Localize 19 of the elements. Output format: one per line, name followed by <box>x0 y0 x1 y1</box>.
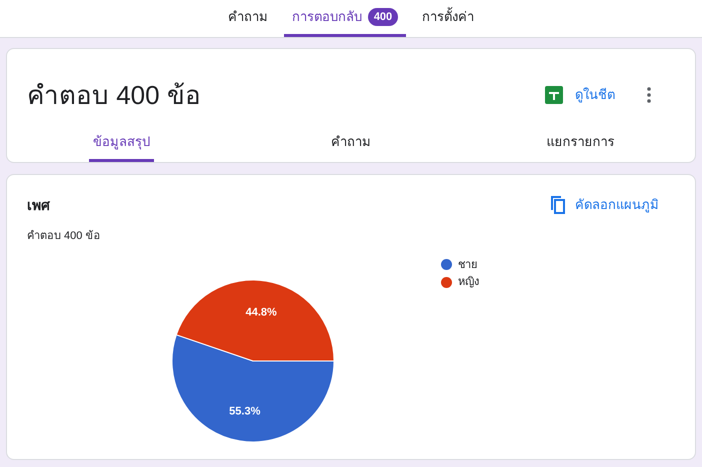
legend-label: ชาย <box>458 258 477 272</box>
view-in-sheets-link[interactable]: ดูในชีต <box>575 85 615 105</box>
responses-title: คำตอบ 400 ข้อ <box>27 78 202 112</box>
copy-icon <box>551 196 567 214</box>
response-count: คำตอบ 400 ข้อ <box>27 229 102 244</box>
view-tab[interactable]: แยกรายการ <box>542 121 618 162</box>
question-title: เพศ <box>27 196 51 215</box>
more-options-icon[interactable] <box>647 87 651 103</box>
legend-label: หญิง <box>458 275 479 290</box>
view-tab[interactable]: คำถาม <box>326 121 375 162</box>
spreadsheet-icon[interactable] <box>545 86 563 104</box>
count-badge: 400 <box>368 8 398 26</box>
top-tab[interactable]: การตอบกลับ 400 <box>284 0 406 37</box>
top-tab[interactable]: คำถาม <box>220 0 276 37</box>
top-tab[interactable]: การตั้งค่า <box>414 0 482 37</box>
slice-label: 44.8% <box>246 306 277 318</box>
slice-label: 55.3% <box>229 405 260 418</box>
view-tab[interactable]: ข้อมูลสรุป <box>89 121 154 162</box>
copy-chart-button[interactable]: คัดลอกแผนภูมิ <box>551 195 659 214</box>
